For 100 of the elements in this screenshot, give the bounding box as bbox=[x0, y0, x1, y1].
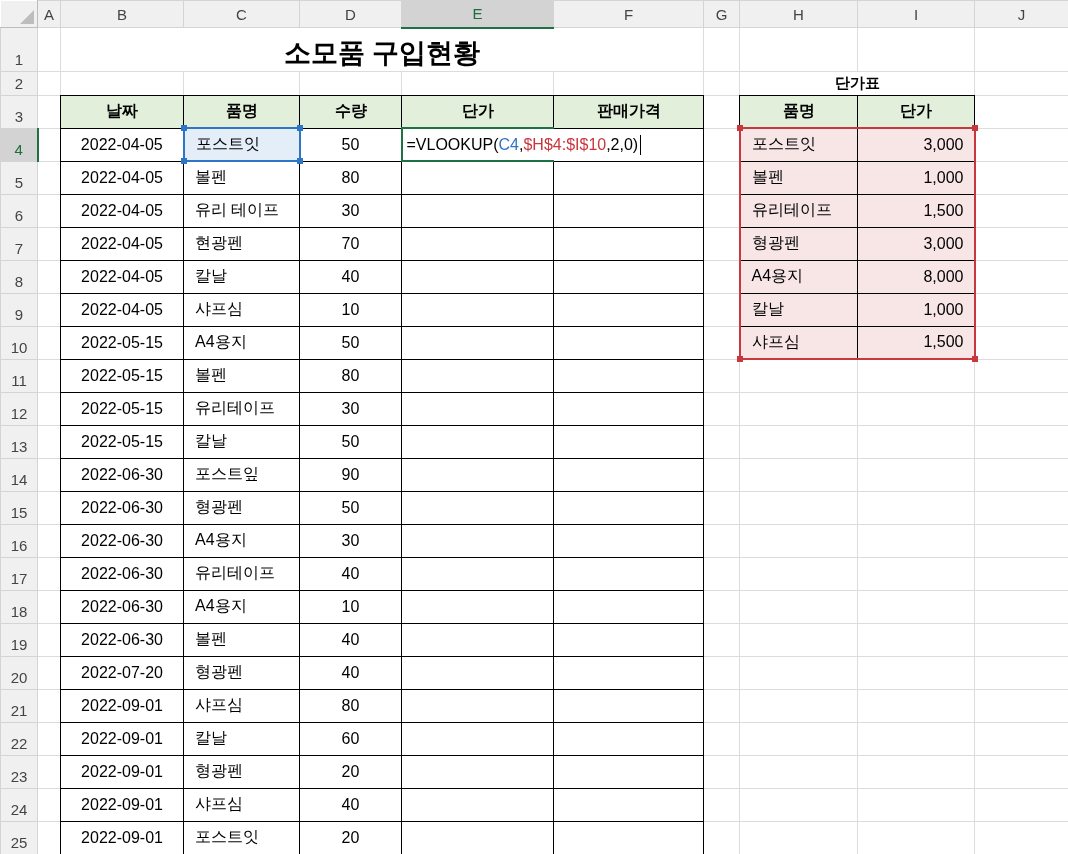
quantity-cell: 40 bbox=[299, 788, 402, 821]
selection-handle[interactable] bbox=[296, 125, 303, 131]
item-cell: A4용지 bbox=[183, 590, 300, 623]
row-header[interactable]: 16 bbox=[0, 524, 38, 557]
row-header[interactable]: 7 bbox=[0, 227, 38, 260]
price-cell: 1,500 bbox=[857, 194, 975, 227]
quantity-cell: 40 bbox=[299, 623, 402, 656]
column-header[interactable]: A bbox=[37, 0, 61, 28]
item-cell: 유리테이프 bbox=[739, 194, 858, 227]
quantity-cell: 80 bbox=[299, 689, 402, 722]
row-header[interactable]: 12 bbox=[0, 392, 38, 425]
item-cell: 형광펜 bbox=[739, 227, 858, 260]
row-header[interactable]: 21 bbox=[0, 689, 38, 722]
selection-handle[interactable] bbox=[736, 125, 743, 131]
date-cell: 2022-05-15 bbox=[60, 326, 184, 359]
row-header[interactable]: 17 bbox=[0, 557, 38, 590]
price-cell: 1,000 bbox=[857, 161, 975, 194]
item-cell: 볼펜 bbox=[183, 623, 300, 656]
column-header[interactable]: C bbox=[183, 0, 300, 28]
selection-handle[interactable] bbox=[180, 125, 187, 131]
item-cell: A4용지 bbox=[183, 326, 300, 359]
quantity-cell: 40 bbox=[299, 260, 402, 293]
price-cell: 1,000 bbox=[857, 293, 975, 326]
column-heading: 날짜 bbox=[60, 95, 184, 128]
item-cell: 형광펜 bbox=[183, 656, 300, 689]
column-header[interactable]: D bbox=[299, 0, 402, 28]
column-header[interactable]: E bbox=[401, 0, 554, 28]
column-header[interactable]: J bbox=[974, 0, 1068, 28]
row-header[interactable]: 15 bbox=[0, 491, 38, 524]
row-header[interactable]: 22 bbox=[0, 722, 38, 755]
row-header[interactable]: 8 bbox=[0, 260, 38, 293]
row-header[interactable]: 20 bbox=[0, 656, 38, 689]
item-cell: 현광펜 bbox=[183, 227, 300, 260]
row-header[interactable]: 2 bbox=[0, 71, 38, 95]
item-cell: 볼펜 bbox=[183, 359, 300, 392]
row-header[interactable]: 9 bbox=[0, 293, 38, 326]
item-cell: A4용지 bbox=[183, 524, 300, 557]
row-header[interactable]: 19 bbox=[0, 623, 38, 656]
selection-handle[interactable] bbox=[971, 356, 978, 362]
quantity-cell: 30 bbox=[299, 392, 402, 425]
quantity-cell: 50 bbox=[299, 491, 402, 524]
date-cell: 2022-09-01 bbox=[60, 722, 184, 755]
row-header[interactable]: 24 bbox=[0, 788, 38, 821]
row-header[interactable]: 25 bbox=[0, 821, 38, 854]
date-cell: 2022-04-05 bbox=[60, 227, 184, 260]
column-header[interactable]: B bbox=[60, 0, 184, 28]
item-cell: 샤프심 bbox=[183, 788, 300, 821]
date-cell: 2022-05-15 bbox=[60, 359, 184, 392]
selection-handle[interactable] bbox=[180, 158, 187, 164]
column-header[interactable]: I bbox=[857, 0, 975, 28]
price-cell: 1,500 bbox=[857, 326, 975, 359]
date-cell: 2022-09-01 bbox=[60, 755, 184, 788]
row-header[interactable]: 3 bbox=[0, 95, 38, 128]
formula-input[interactable]: =VLOOKUP(C4,$H$4:$I$10,2,0) bbox=[406, 134, 642, 155]
date-cell: 2022-06-30 bbox=[60, 458, 184, 491]
row-header[interactable]: 11 bbox=[0, 359, 38, 392]
row-header[interactable]: 18 bbox=[0, 590, 38, 623]
item-cell: 형광펜 bbox=[183, 491, 300, 524]
row-header[interactable]: 4 bbox=[0, 128, 38, 161]
date-cell: 2022-04-05 bbox=[60, 161, 184, 194]
row-header[interactable]: 1 bbox=[0, 27, 38, 71]
row-header[interactable]: 23 bbox=[0, 755, 38, 788]
item-cell: 볼펜 bbox=[183, 161, 300, 194]
item-cell: 샤프심 bbox=[183, 293, 300, 326]
quantity-cell: 10 bbox=[299, 590, 402, 623]
selection-handle[interactable] bbox=[736, 356, 743, 362]
item-cell: 칼날 bbox=[183, 425, 300, 458]
date-cell: 2022-04-05 bbox=[60, 194, 184, 227]
row-header[interactable]: 5 bbox=[0, 161, 38, 194]
selection-handle[interactable] bbox=[971, 125, 978, 131]
date-cell: 2022-06-30 bbox=[60, 524, 184, 557]
item-cell: 칼날 bbox=[183, 260, 300, 293]
date-cell: 2022-04-05 bbox=[60, 260, 184, 293]
row-header[interactable]: 14 bbox=[0, 458, 38, 491]
date-cell: 2022-06-30 bbox=[60, 557, 184, 590]
item-cell: 칼날 bbox=[739, 293, 858, 326]
item-cell: 포스트잎 bbox=[183, 458, 300, 491]
column-heading: 판매가격 bbox=[553, 95, 704, 128]
date-cell: 2022-06-30 bbox=[60, 491, 184, 524]
item-cell: 볼펜 bbox=[739, 161, 858, 194]
item-cell: 샤프심 bbox=[183, 689, 300, 722]
selection-handle[interactable] bbox=[296, 158, 303, 164]
quantity-cell: 80 bbox=[299, 359, 402, 392]
price-cell: 3,000 bbox=[857, 128, 975, 161]
date-cell: 2022-06-30 bbox=[60, 590, 184, 623]
quantity-cell: 60 bbox=[299, 722, 402, 755]
item-cell: 유리테이프 bbox=[183, 392, 300, 425]
column-header[interactable]: F bbox=[553, 0, 704, 28]
quantity-cell: 30 bbox=[299, 194, 402, 227]
column-header[interactable]: H bbox=[739, 0, 858, 28]
item-cell: 칼날 bbox=[183, 722, 300, 755]
quantity-cell: 40 bbox=[299, 557, 402, 590]
row-header[interactable]: 10 bbox=[0, 326, 38, 359]
date-cell: 2022-05-15 bbox=[60, 392, 184, 425]
price-cell: 8,000 bbox=[857, 260, 975, 293]
date-cell: 2022-05-15 bbox=[60, 425, 184, 458]
column-header[interactable]: G bbox=[703, 0, 740, 28]
row-header[interactable]: 13 bbox=[0, 425, 38, 458]
row-header[interactable]: 6 bbox=[0, 194, 38, 227]
quantity-cell: 40 bbox=[299, 656, 402, 689]
